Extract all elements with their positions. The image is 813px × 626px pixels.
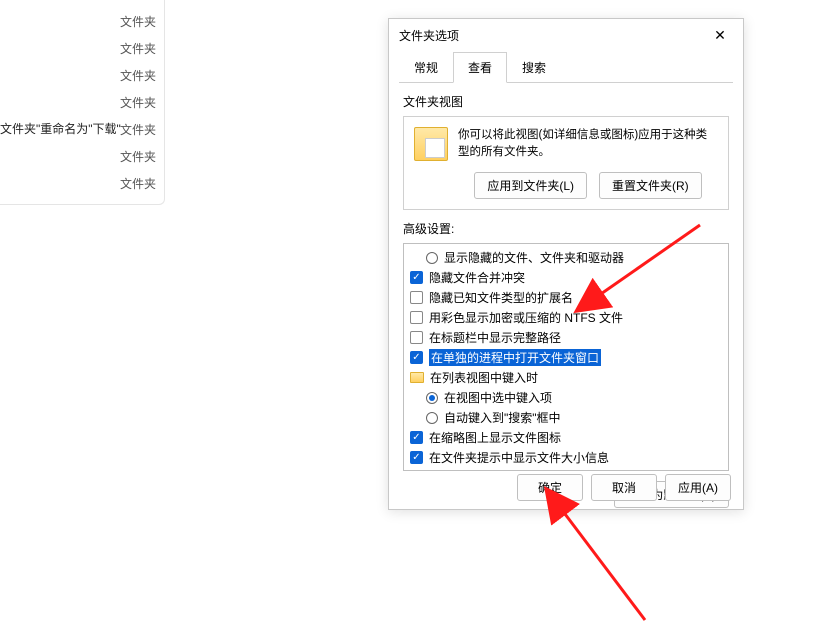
tree-row[interactable]: ✓ 在缩略图上显示文件图标 [410,428,722,448]
tree-item-label: 在文件夹提示中显示文件大小信息 [429,449,609,466]
list-item: 文件夹 [120,143,180,170]
folder-options-dialog: 文件夹选项 ✕ 常规 查看 搜索 文件夹视图 你可以将此视图(如详细信息或图标)… [388,18,744,510]
list-item: 文件夹 [120,35,180,62]
tree-row[interactable]: 自动键入到"搜索"框中 [410,408,722,428]
tab-strip: 常规 查看 搜索 [399,51,733,83]
tree-row[interactable]: 用彩色显示加密或压缩的 NTFS 文件 [410,308,722,328]
folder-view-desc: 你可以将此视图(如详细信息或图标)应用于这种类型的所有文件夹。 [458,127,718,162]
titlebar: 文件夹选项 ✕ [389,19,743,51]
tree-row[interactable]: ✓ 在单独的进程中打开文件夹窗口 [410,348,722,368]
list-item: 文件夹 [120,89,180,116]
dialog-title: 文件夹选项 [399,27,459,44]
checkbox[interactable] [410,311,423,324]
list-item: 文件夹 [120,62,180,89]
tab-search[interactable]: 搜索 [507,52,561,83]
checkbox[interactable]: ✓ [410,271,423,284]
bg-sidebar-list: 文件夹 文件夹 文件夹 文件夹 文件夹 文件夹 文件夹 [120,8,180,197]
tree-item-label: 在单独的进程中打开文件夹窗口 [429,349,601,366]
list-item: 文件夹 [120,8,180,35]
ok-button[interactable]: 确定 [517,474,583,501]
list-item: 文件夹 [120,116,180,143]
tree-item-label: 在视图中选中键入项 [444,389,552,406]
tree-row[interactable]: 在列表视图中键入时 [410,368,722,388]
checkbox[interactable] [410,331,423,344]
checkbox[interactable]: ✓ [410,351,423,364]
checkbox[interactable]: ✓ [410,451,423,464]
tree-item-label: 隐藏文件合并冲突 [429,269,525,286]
close-button[interactable]: ✕ [705,23,735,47]
tab-view[interactable]: 查看 [453,52,507,83]
tree-row[interactable]: ✓ 隐藏文件合并冲突 [410,268,722,288]
apply-to-folders-button[interactable]: 应用到文件夹(L) [474,172,587,199]
tree-item-label: 用彩色显示加密或压缩的 NTFS 文件 [429,309,623,326]
folder-view-icon [414,127,448,161]
radio[interactable] [426,252,438,264]
tree-item-label: 显示隐藏的文件、文件夹和驱动器 [444,249,624,266]
bg-caption: 文件夹"重命名为"下载" [0,120,121,137]
cancel-button[interactable]: 取消 [591,474,657,501]
tree-item-label: 隐藏已知文件类型的扩展名 [429,289,573,306]
folder-view-label: 文件夹视图 [403,93,729,110]
tree-item-label: 在列表视图中键入时 [430,369,538,386]
advanced-settings-tree[interactable]: 显示隐藏的文件、文件夹和驱动器 ✓ 隐藏文件合并冲突隐藏已知文件类型的扩展名用彩色显… [403,243,729,471]
tree-item-label: 在标题栏中显示完整路径 [429,329,561,346]
tree-item-label: 自动键入到"搜索"框中 [444,409,561,426]
folder-view-box: 你可以将此视图(如详细信息或图标)应用于这种类型的所有文件夹。 应用到文件夹(L… [403,116,729,210]
radio[interactable] [426,412,438,424]
radio[interactable] [426,392,438,404]
folder-icon [410,372,424,383]
apply-button[interactable]: 应用(A) [665,474,731,501]
tree-row[interactable]: 显示隐藏的文件、文件夹和驱动器 [410,248,722,268]
tree-item-label: 在缩略图上显示文件图标 [429,429,561,446]
dialog-footer: 确定 取消 应用(A) [389,465,743,509]
tree-row[interactable]: 在视图中选中键入项 [410,388,722,408]
tab-general[interactable]: 常规 [399,52,453,83]
list-item: 文件夹 [120,170,180,197]
advanced-section: 高级设置: 显示隐藏的文件、文件夹和驱动器 ✓ 隐藏文件合并冲突隐藏已知文件类型的扩… [403,220,729,471]
tree-row[interactable]: 在标题栏中显示完整路径 [410,328,722,348]
tree-row[interactable]: 隐藏已知文件类型的扩展名 [410,288,722,308]
checkbox[interactable]: ✓ [410,431,423,444]
advanced-label: 高级设置: [403,220,729,237]
reset-folders-button[interactable]: 重置文件夹(R) [599,172,702,199]
folder-view-section: 文件夹视图 你可以将此视图(如详细信息或图标)应用于这种类型的所有文件夹。 应用… [403,93,729,210]
checkbox[interactable] [410,291,423,304]
